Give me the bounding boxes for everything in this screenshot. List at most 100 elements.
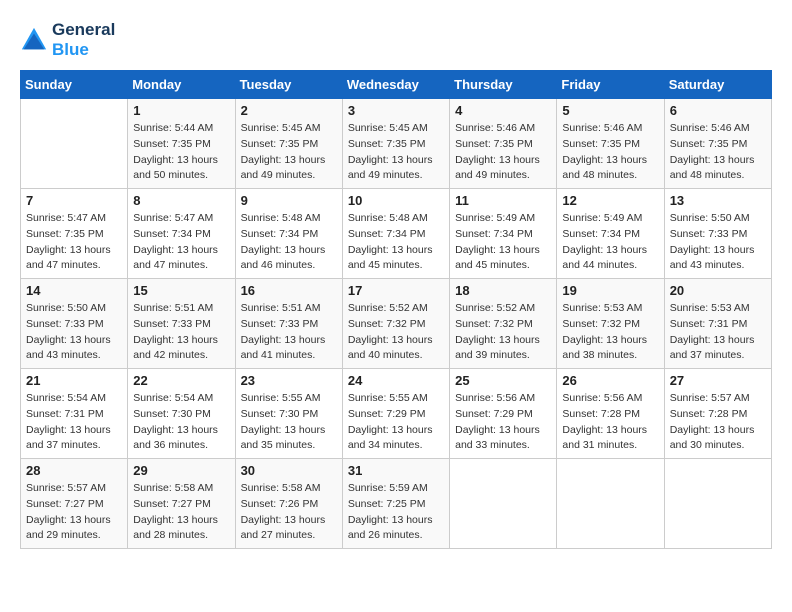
day-number: 3	[348, 103, 444, 118]
calendar-cell: 12 Sunrise: 5:49 AM Sunset: 7:34 PM Dayl…	[557, 189, 664, 279]
weekday-header-row: SundayMondayTuesdayWednesdayThursdayFrid…	[21, 71, 772, 99]
calendar-cell: 20 Sunrise: 5:53 AM Sunset: 7:31 PM Dayl…	[664, 279, 771, 369]
day-number: 24	[348, 373, 444, 388]
daylight: Daylight: 13 hours and 34 minutes.	[348, 423, 444, 455]
day-info: Sunrise: 5:45 AM Sunset: 7:35 PM Dayligh…	[241, 121, 337, 184]
daylight: Daylight: 13 hours and 50 minutes.	[133, 153, 229, 185]
sunrise: Sunrise: 5:56 AM	[455, 391, 551, 407]
day-number: 7	[26, 193, 122, 208]
day-number: 21	[26, 373, 122, 388]
sunrise: Sunrise: 5:50 AM	[670, 211, 766, 227]
weekday-header: Friday	[557, 71, 664, 99]
calendar-cell: 27 Sunrise: 5:57 AM Sunset: 7:28 PM Dayl…	[664, 369, 771, 459]
sunrise: Sunrise: 5:50 AM	[26, 301, 122, 317]
daylight: Daylight: 13 hours and 38 minutes.	[562, 333, 658, 365]
daylight: Daylight: 13 hours and 49 minutes.	[455, 153, 551, 185]
day-info: Sunrise: 5:56 AM Sunset: 7:29 PM Dayligh…	[455, 391, 551, 454]
sunrise: Sunrise: 5:55 AM	[241, 391, 337, 407]
day-number: 11	[455, 193, 551, 208]
weekday-header: Saturday	[664, 71, 771, 99]
day-info: Sunrise: 5:46 AM Sunset: 7:35 PM Dayligh…	[455, 121, 551, 184]
sunrise: Sunrise: 5:54 AM	[26, 391, 122, 407]
sunrise: Sunrise: 5:47 AM	[26, 211, 122, 227]
calendar-cell	[557, 459, 664, 549]
day-info: Sunrise: 5:47 AM Sunset: 7:34 PM Dayligh…	[133, 211, 229, 274]
sunrise: Sunrise: 5:54 AM	[133, 391, 229, 407]
day-number: 1	[133, 103, 229, 118]
day-number: 23	[241, 373, 337, 388]
day-info: Sunrise: 5:57 AM Sunset: 7:28 PM Dayligh…	[670, 391, 766, 454]
day-info: Sunrise: 5:53 AM Sunset: 7:32 PM Dayligh…	[562, 301, 658, 364]
weekday-header: Sunday	[21, 71, 128, 99]
sunset: Sunset: 7:32 PM	[562, 317, 658, 333]
calendar-cell	[664, 459, 771, 549]
day-info: Sunrise: 5:59 AM Sunset: 7:25 PM Dayligh…	[348, 481, 444, 544]
weekday-header: Thursday	[450, 71, 557, 99]
sunrise: Sunrise: 5:53 AM	[562, 301, 658, 317]
daylight: Daylight: 13 hours and 46 minutes.	[241, 243, 337, 275]
day-info: Sunrise: 5:45 AM Sunset: 7:35 PM Dayligh…	[348, 121, 444, 184]
day-info: Sunrise: 5:54 AM Sunset: 7:31 PM Dayligh…	[26, 391, 122, 454]
weekday-header: Tuesday	[235, 71, 342, 99]
day-info: Sunrise: 5:55 AM Sunset: 7:29 PM Dayligh…	[348, 391, 444, 454]
daylight: Daylight: 13 hours and 27 minutes.	[241, 513, 337, 545]
daylight: Daylight: 13 hours and 45 minutes.	[455, 243, 551, 275]
calendar-cell: 1 Sunrise: 5:44 AM Sunset: 7:35 PM Dayli…	[128, 99, 235, 189]
sunset: Sunset: 7:34 PM	[241, 227, 337, 243]
daylight: Daylight: 13 hours and 44 minutes.	[562, 243, 658, 275]
calendar-cell: 28 Sunrise: 5:57 AM Sunset: 7:27 PM Dayl…	[21, 459, 128, 549]
sunset: Sunset: 7:34 PM	[562, 227, 658, 243]
sunrise: Sunrise: 5:48 AM	[348, 211, 444, 227]
sunrise: Sunrise: 5:46 AM	[670, 121, 766, 137]
calendar-cell: 23 Sunrise: 5:55 AM Sunset: 7:30 PM Dayl…	[235, 369, 342, 459]
daylight: Daylight: 13 hours and 29 minutes.	[26, 513, 122, 545]
sunset: Sunset: 7:35 PM	[241, 137, 337, 153]
calendar-cell: 11 Sunrise: 5:49 AM Sunset: 7:34 PM Dayl…	[450, 189, 557, 279]
day-number: 9	[241, 193, 337, 208]
weekday-header: Monday	[128, 71, 235, 99]
daylight: Daylight: 13 hours and 35 minutes.	[241, 423, 337, 455]
calendar-cell: 30 Sunrise: 5:58 AM Sunset: 7:26 PM Dayl…	[235, 459, 342, 549]
day-number: 15	[133, 283, 229, 298]
calendar-cell: 25 Sunrise: 5:56 AM Sunset: 7:29 PM Dayl…	[450, 369, 557, 459]
day-number: 12	[562, 193, 658, 208]
daylight: Daylight: 13 hours and 26 minutes.	[348, 513, 444, 545]
sunset: Sunset: 7:29 PM	[455, 407, 551, 423]
sunset: Sunset: 7:26 PM	[241, 497, 337, 513]
daylight: Daylight: 13 hours and 48 minutes.	[670, 153, 766, 185]
daylight: Daylight: 13 hours and 33 minutes.	[455, 423, 551, 455]
sunset: Sunset: 7:33 PM	[26, 317, 122, 333]
calendar-cell: 13 Sunrise: 5:50 AM Sunset: 7:33 PM Dayl…	[664, 189, 771, 279]
sunrise: Sunrise: 5:48 AM	[241, 211, 337, 227]
day-number: 8	[133, 193, 229, 208]
sunrise: Sunrise: 5:56 AM	[562, 391, 658, 407]
sunset: Sunset: 7:30 PM	[133, 407, 229, 423]
calendar-cell: 16 Sunrise: 5:51 AM Sunset: 7:33 PM Dayl…	[235, 279, 342, 369]
day-info: Sunrise: 5:50 AM Sunset: 7:33 PM Dayligh…	[670, 211, 766, 274]
day-info: Sunrise: 5:56 AM Sunset: 7:28 PM Dayligh…	[562, 391, 658, 454]
sunset: Sunset: 7:34 PM	[133, 227, 229, 243]
calendar-cell: 22 Sunrise: 5:54 AM Sunset: 7:30 PM Dayl…	[128, 369, 235, 459]
sunrise: Sunrise: 5:53 AM	[670, 301, 766, 317]
sunset: Sunset: 7:31 PM	[26, 407, 122, 423]
daylight: Daylight: 13 hours and 30 minutes.	[670, 423, 766, 455]
day-info: Sunrise: 5:49 AM Sunset: 7:34 PM Dayligh…	[562, 211, 658, 274]
day-info: Sunrise: 5:49 AM Sunset: 7:34 PM Dayligh…	[455, 211, 551, 274]
calendar-week-row: 1 Sunrise: 5:44 AM Sunset: 7:35 PM Dayli…	[21, 99, 772, 189]
calendar-cell: 17 Sunrise: 5:52 AM Sunset: 7:32 PM Dayl…	[342, 279, 449, 369]
daylight: Daylight: 13 hours and 31 minutes.	[562, 423, 658, 455]
sunrise: Sunrise: 5:55 AM	[348, 391, 444, 407]
sunrise: Sunrise: 5:52 AM	[348, 301, 444, 317]
calendar-cell: 4 Sunrise: 5:46 AM Sunset: 7:35 PM Dayli…	[450, 99, 557, 189]
sunset: Sunset: 7:35 PM	[562, 137, 658, 153]
sunset: Sunset: 7:30 PM	[241, 407, 337, 423]
day-number: 13	[670, 193, 766, 208]
day-info: Sunrise: 5:52 AM Sunset: 7:32 PM Dayligh…	[348, 301, 444, 364]
day-number: 14	[26, 283, 122, 298]
sunrise: Sunrise: 5:45 AM	[241, 121, 337, 137]
sunset: Sunset: 7:33 PM	[670, 227, 766, 243]
calendar-cell: 2 Sunrise: 5:45 AM Sunset: 7:35 PM Dayli…	[235, 99, 342, 189]
sunset: Sunset: 7:29 PM	[348, 407, 444, 423]
logo-text: General Blue	[52, 20, 115, 60]
calendar-cell	[450, 459, 557, 549]
